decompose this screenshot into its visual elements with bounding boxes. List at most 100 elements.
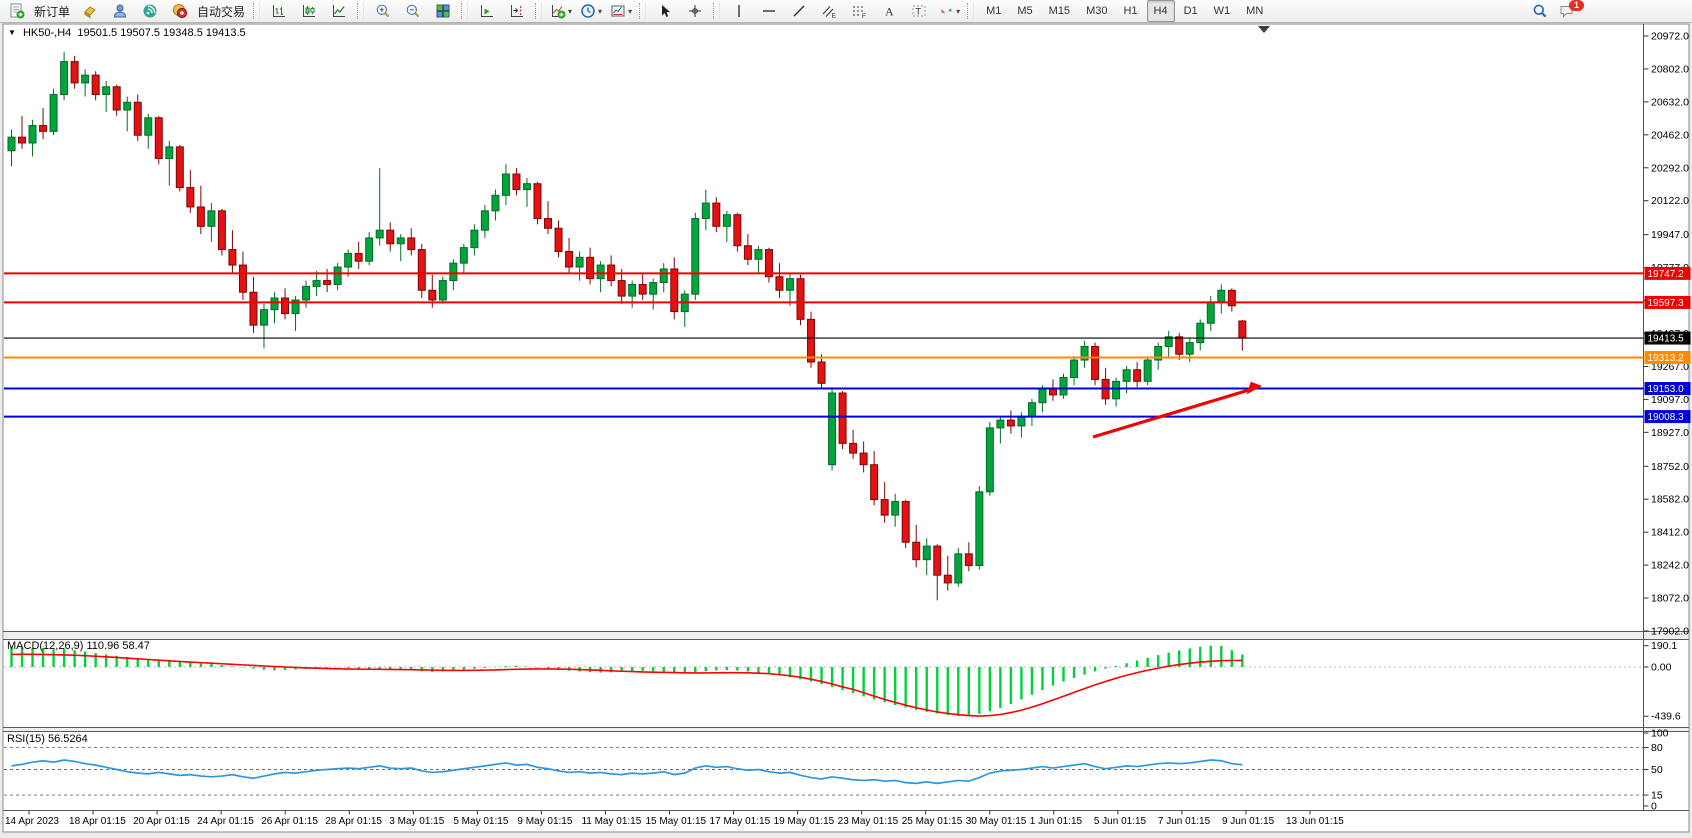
candle-body	[1123, 370, 1130, 382]
candle-body	[387, 230, 394, 244]
autotrade-button-label[interactable]: 自动交易	[197, 3, 245, 20]
candle-body	[376, 230, 383, 238]
chart-title-dropdown-icon[interactable]: ▼	[8, 28, 16, 37]
price-tick-label: 20292.0	[1651, 162, 1689, 174]
chat-button[interactable]: 1	[1556, 0, 1593, 22]
candle-body	[1028, 403, 1035, 417]
candle-body	[871, 465, 878, 500]
candle-body	[744, 246, 751, 260]
timeframe-h1-button[interactable]: H1	[1116, 0, 1144, 22]
zoom-out-button[interactable]	[399, 0, 427, 22]
candle-body	[492, 195, 499, 211]
candle	[1092, 343, 1099, 386]
timeframe-m30-button[interactable]: M30	[1079, 0, 1114, 22]
candle-body	[113, 87, 120, 110]
candle-body	[976, 492, 983, 566]
candle-body	[439, 281, 446, 300]
candle-body	[776, 277, 783, 291]
candle-body	[923, 546, 930, 560]
candle-body	[1113, 381, 1120, 398]
candle-body	[218, 211, 225, 250]
candle-body	[1039, 389, 1046, 403]
channel-button[interactable]: E	[815, 0, 843, 22]
line-chart-button[interactable]	[325, 0, 353, 22]
search-button[interactable]	[1526, 0, 1554, 22]
svg-text:A: A	[885, 5, 894, 19]
zoom-in-button[interactable]	[369, 0, 397, 22]
price-tick-label: 20802.0	[1651, 63, 1689, 75]
text-label-button[interactable]: T	[905, 0, 933, 22]
new-order-button[interactable]	[3, 0, 31, 22]
chevron-down-icon[interactable]: ▾	[956, 7, 960, 16]
timeframe-m1-button[interactable]: M1	[979, 0, 1008, 22]
candle-body	[460, 248, 467, 264]
tile-windows-icon	[435, 3, 451, 19]
candle-body	[934, 546, 941, 575]
candle-body	[955, 554, 962, 583]
periods-button[interactable]: ▾	[577, 0, 605, 22]
auto-scroll-button[interactable]	[473, 0, 501, 22]
svg-text:T: T	[916, 7, 922, 17]
candle-body	[418, 250, 425, 291]
autotrade-button[interactable]	[166, 0, 194, 22]
timeframe-m5-button[interactable]: M5	[1010, 0, 1039, 22]
hline-icon	[761, 3, 777, 19]
tile-windows-button[interactable]	[429, 0, 457, 22]
fibonacci-button[interactable]: F	[845, 0, 873, 22]
price-line-badge-label: 19008.3	[1648, 412, 1685, 423]
candle-body	[1144, 360, 1151, 381]
crosshair-button[interactable]	[681, 0, 709, 22]
price-tick-label: 18072.0	[1651, 593, 1689, 605]
trendline-button[interactable]	[785, 0, 813, 22]
profile-icon	[112, 3, 128, 19]
candle-body	[713, 203, 720, 226]
timeframe-m15-button[interactable]: M15	[1042, 0, 1077, 22]
candle-body	[40, 126, 47, 132]
signals-button[interactable]	[136, 0, 164, 22]
profile-button[interactable]	[106, 0, 134, 22]
templates-button[interactable]: ▾	[607, 0, 635, 22]
chevron-down-icon[interactable]: ▾	[568, 7, 572, 16]
candle-body	[134, 102, 141, 135]
candle-body	[702, 203, 709, 219]
horizontal-line-button[interactable]	[755, 0, 783, 22]
chart-shift-button[interactable]	[503, 0, 531, 22]
candle-body	[587, 257, 594, 278]
rsi-indicator-label: RSI(15) 56.5264	[7, 733, 88, 745]
candle-body	[145, 118, 152, 135]
candle-body	[755, 250, 762, 260]
text-button[interactable]: A	[875, 0, 903, 22]
candle-body	[345, 253, 352, 267]
candle-body	[534, 184, 541, 219]
candle-body	[997, 420, 1004, 428]
date-tick-label: 5 Jun 01:15	[1094, 816, 1147, 827]
macd-axis-label: 0.00	[1651, 662, 1672, 674]
channel-icon: E	[821, 3, 837, 19]
candle-chart-button[interactable]	[295, 0, 323, 22]
price-tick-label: 20632.0	[1651, 96, 1689, 108]
vertical-line-button[interactable]	[725, 0, 753, 22]
price-tick-label: 17902.0	[1651, 625, 1689, 637]
timeframe-mn-button[interactable]: MN	[1239, 0, 1270, 22]
timeframe-d1-button[interactable]: D1	[1177, 0, 1205, 22]
candle-body	[829, 393, 836, 465]
arrows-button[interactable]: ▾	[935, 0, 963, 22]
cursor-button[interactable]	[651, 0, 679, 22]
chevron-down-icon[interactable]: ▾	[628, 7, 632, 16]
timeframe-w1-button[interactable]: W1	[1207, 0, 1238, 22]
styles-button[interactable]	[76, 0, 104, 22]
candle-body	[71, 62, 78, 83]
price-line-badge-label: 19413.5	[1648, 334, 1685, 345]
pane-splitter[interactable]	[4, 632, 1688, 640]
chevron-down-icon[interactable]: ▾	[598, 7, 602, 16]
pane-splitter[interactable]	[4, 728, 1688, 732]
macd-axis-label: 190.1	[1651, 640, 1677, 652]
indicators-button[interactable]: ▾	[547, 0, 575, 22]
svg-text:F: F	[862, 13, 866, 19]
timeframe-h4-button[interactable]: H4	[1147, 0, 1175, 22]
chart-canvas[interactable]: 20972.020802.020632.020462.020292.020122…	[0, 0, 1692, 838]
bar-chart-button[interactable]	[265, 0, 293, 22]
candle	[797, 275, 804, 325]
new-order-button-label[interactable]: 新订单	[34, 3, 70, 20]
candle	[218, 209, 225, 256]
